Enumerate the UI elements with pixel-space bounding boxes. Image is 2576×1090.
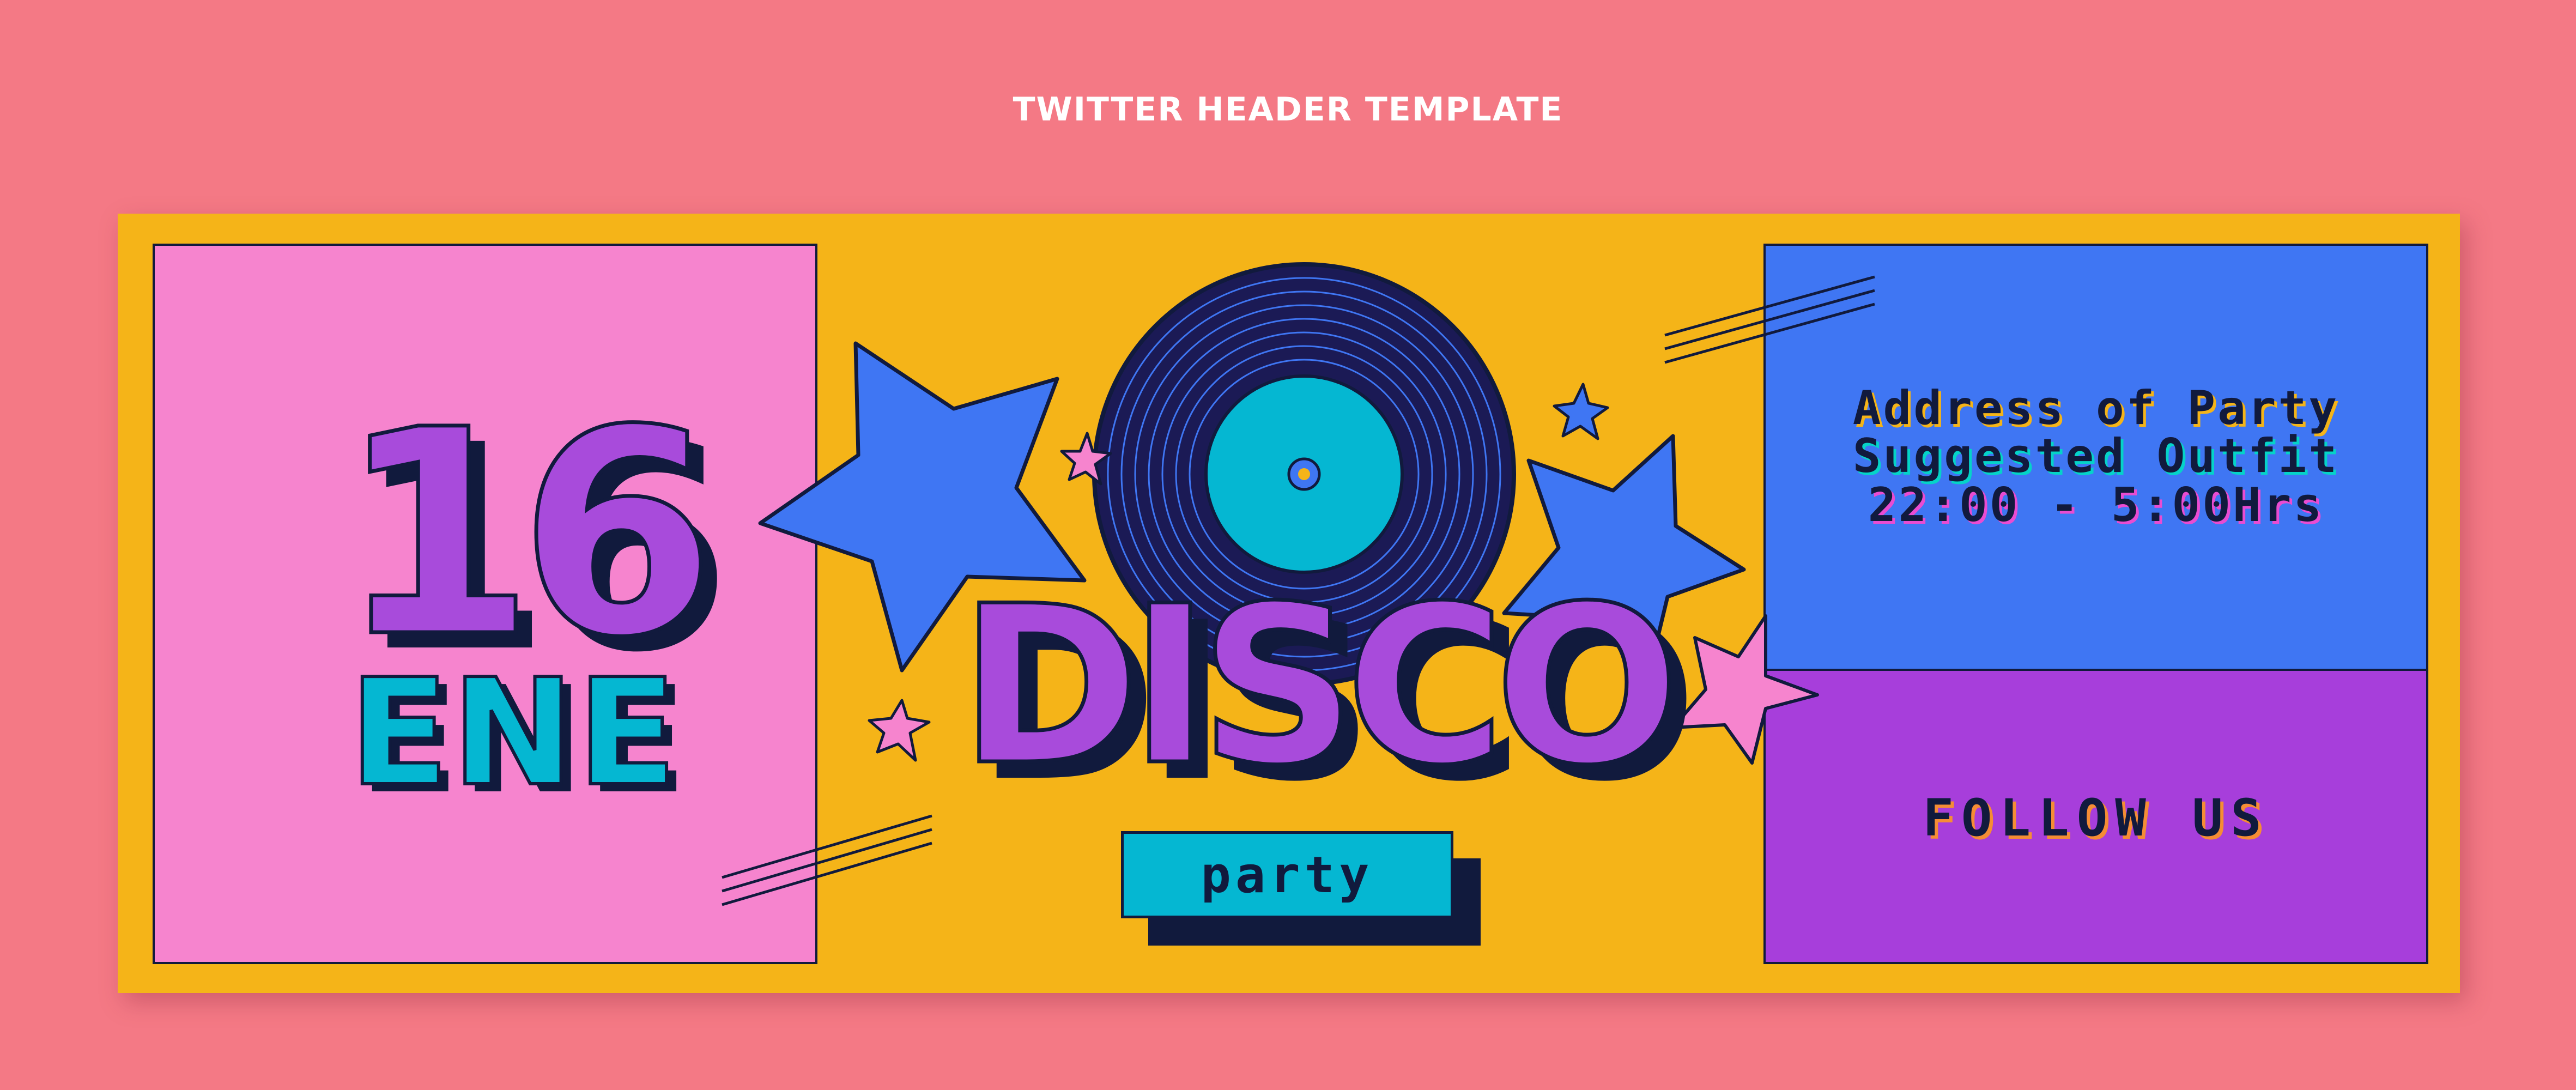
party-label-box: party <box>1121 831 1453 918</box>
party-hours: 22:00 - 5:00Hrs <box>1868 478 2324 532</box>
event-title: DISCO <box>957 560 1682 813</box>
party-address: Address of Party <box>1852 381 2339 435</box>
star-icon <box>1671 614 1819 765</box>
event-month: ENE <box>347 647 680 819</box>
event-subtitle: party <box>1201 845 1374 904</box>
speed-lines-icon <box>722 814 932 906</box>
event-day: 16 <box>336 369 718 699</box>
speed-lines-icon <box>1664 275 1875 364</box>
suggested-outfit: Suggested Outfit <box>1852 429 2339 483</box>
follow-us-label[interactable]: FOLLOW US <box>1763 789 2428 848</box>
star-icon <box>868 699 931 762</box>
star-icon <box>1553 383 1609 440</box>
